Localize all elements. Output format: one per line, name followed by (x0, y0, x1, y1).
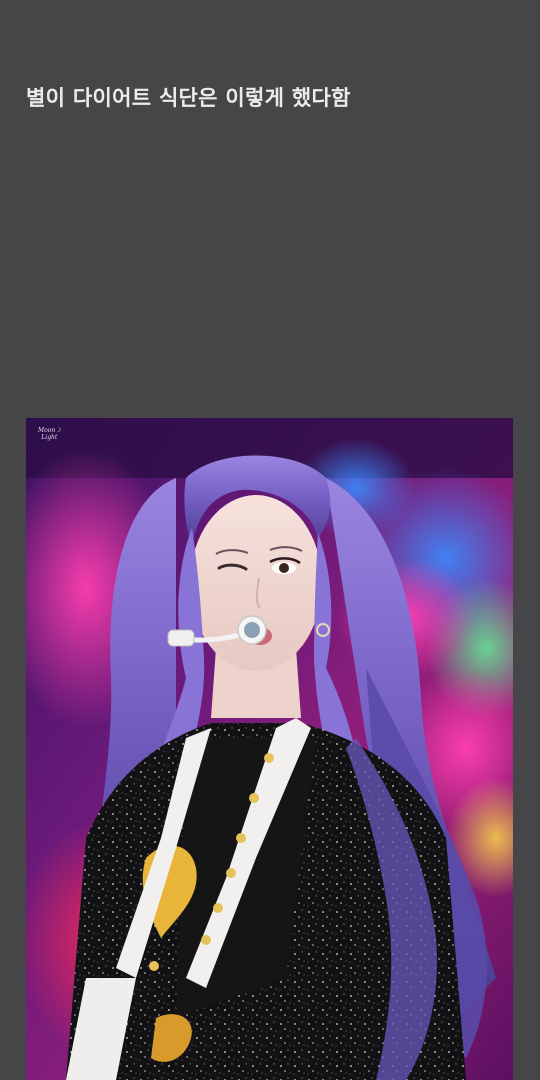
photo-watermark: Moon☽ Light (38, 427, 61, 441)
photo-illustration (26, 418, 513, 1080)
watermark-line-2: Light (41, 434, 58, 441)
watermark-line-1: Moon☽ (38, 427, 61, 434)
post-photo[interactable]: Moon☽ Light (26, 418, 513, 1080)
post-title: 별이 다이어트 식단은 이렇게 했다함 (26, 86, 351, 110)
